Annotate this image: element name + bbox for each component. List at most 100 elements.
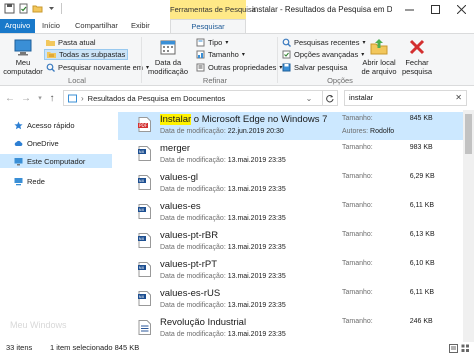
file-row[interactable]: NX values-es Data de modificação: 13.mai… bbox=[118, 199, 463, 227]
save-search-button[interactable]: Salvar pesquisa bbox=[280, 62, 349, 73]
recent-searches-dropdown[interactable]: Pesquisas recentes ▾ bbox=[280, 37, 367, 48]
file-size: Tamanho: 6,11 KB bbox=[342, 289, 435, 296]
file-size: Tamanho: 6,13 KB bbox=[342, 231, 435, 238]
file-size: Tamanho: 6,11 KB bbox=[342, 202, 435, 209]
properties-icon[interactable] bbox=[18, 3, 29, 14]
address-path[interactable]: Resultados da Pesquisa em Documentos bbox=[88, 94, 226, 103]
svg-text:NX: NX bbox=[139, 149, 145, 154]
computer-icon bbox=[14, 157, 23, 165]
file-date: Data de modificação: 13.mai.2019 23:35 bbox=[160, 215, 286, 222]
address-bar[interactable]: › Resultados da Pesquisa em Documentos bbox=[63, 90, 323, 106]
refresh-icon bbox=[326, 94, 334, 102]
tab-exibir[interactable]: Exibir bbox=[131, 19, 150, 33]
tab-inicio[interactable]: Início bbox=[42, 19, 60, 33]
nx-file-icon: NX bbox=[138, 146, 151, 161]
address-row: ← → ▾ ↑ › Resultados da Pesquisa em Docu… bbox=[0, 86, 474, 110]
chevron-right-icon: › bbox=[81, 93, 84, 103]
computer-icon bbox=[14, 39, 32, 56]
file-row[interactable]: NX values-gl Data de modificação: 13.mai… bbox=[118, 170, 463, 198]
tab-arquivo[interactable]: Arquivo bbox=[0, 19, 35, 33]
file-date: Data de modificação: 13.mai.2019 23:35 bbox=[160, 302, 286, 309]
recent-searches-label: Pesquisas recentes bbox=[294, 38, 360, 47]
open-location-icon bbox=[370, 39, 388, 55]
maximize-button[interactable] bbox=[422, 0, 448, 19]
group-label-refine: Refinar bbox=[202, 76, 228, 85]
vertical-scrollbar[interactable] bbox=[463, 110, 474, 342]
network-icon bbox=[14, 177, 23, 185]
calendar-icon bbox=[160, 40, 176, 55]
size-label: Tamanho bbox=[208, 50, 239, 59]
details-view-icon[interactable] bbox=[449, 344, 458, 353]
current-folder-label: Pasta atual bbox=[58, 38, 96, 47]
file-authors: Autores: Rodolfo bbox=[342, 128, 395, 135]
nav-item-this-pc[interactable]: Este Computador bbox=[0, 154, 112, 168]
star-icon bbox=[14, 121, 23, 129]
nav-item-quick-access[interactable]: Acesso rápido bbox=[0, 118, 112, 132]
open-file-location-button[interactable]: Abrir local de arquivo bbox=[360, 37, 398, 76]
svg-text:NX: NX bbox=[139, 236, 145, 241]
file-row[interactable]: Revolução Industrial Data de modificação… bbox=[118, 315, 463, 342]
save-search-label: Salvar pesquisa bbox=[294, 63, 348, 72]
file-row[interactable]: NX merger Data de modificação: 13.mai.20… bbox=[118, 141, 463, 169]
advanced-options-icon bbox=[282, 50, 291, 59]
forward-button[interactable]: → bbox=[20, 92, 32, 104]
advanced-options-label: Opções avançadas bbox=[294, 50, 359, 59]
address-dropdown[interactable]: ⌄ bbox=[304, 91, 314, 105]
new-folder-icon[interactable] bbox=[32, 3, 43, 14]
kind-label: Tipo bbox=[208, 38, 223, 47]
group-label-local: Local bbox=[68, 76, 86, 85]
search-query: instalar bbox=[349, 93, 374, 102]
my-computer-button[interactable]: Meu computador bbox=[3, 37, 43, 76]
other-properties-dropdown[interactable]: Outras propriedades ▾ bbox=[194, 62, 284, 73]
all-subfolders-button[interactable]: Todas as subpastas bbox=[44, 49, 129, 60]
chevron-down-icon: ▾ bbox=[241, 52, 245, 58]
back-button[interactable]: ← bbox=[4, 92, 16, 104]
save-search-icon bbox=[282, 63, 291, 72]
nx-file-icon: NX bbox=[138, 233, 151, 248]
current-folder-button[interactable]: Pasta atual bbox=[44, 37, 98, 48]
pdf-icon: PDF bbox=[138, 117, 151, 132]
tiles-view-icon[interactable] bbox=[461, 344, 470, 353]
advanced-options-dropdown[interactable]: Opções avançadas ▾ bbox=[280, 49, 366, 60]
date-modified-button[interactable]: Data da modificação bbox=[144, 37, 192, 76]
search-results-icon bbox=[68, 94, 77, 102]
nav-label: Acesso rápido bbox=[27, 120, 75, 130]
search-icon bbox=[46, 63, 55, 72]
nav-item-onedrive[interactable]: OneDrive bbox=[0, 136, 112, 150]
file-row[interactable]: PDF Instalar o Microsoft Edge no Windows… bbox=[118, 112, 463, 140]
kind-dropdown[interactable]: Tipo ▾ bbox=[194, 37, 230, 48]
nav-item-network[interactable]: Rede bbox=[0, 174, 112, 188]
size-dropdown[interactable]: Tamanho ▾ bbox=[194, 49, 247, 60]
recent-locations-button[interactable]: ▾ bbox=[34, 92, 46, 104]
close-icon bbox=[456, 5, 466, 14]
maximize-icon bbox=[430, 5, 440, 14]
properties-icon bbox=[196, 63, 205, 72]
window-title: instalar - Resultados da Pesquisa em Doc… bbox=[252, 5, 392, 14]
svg-text:NX: NX bbox=[139, 265, 145, 270]
chevron-down-icon: ▾ bbox=[225, 40, 229, 46]
file-row[interactable]: NX values-es-rUS Data de modificação: 13… bbox=[118, 286, 463, 314]
nav-label: Este Computador bbox=[27, 156, 86, 166]
nx-file-icon: NX bbox=[138, 291, 151, 306]
file-name: values-es-rUS bbox=[160, 288, 221, 299]
tab-pesquisar[interactable]: Pesquisar bbox=[170, 19, 246, 33]
close-window-button[interactable] bbox=[448, 0, 474, 19]
save-icon[interactable] bbox=[4, 3, 15, 14]
minimize-button[interactable] bbox=[396, 0, 422, 19]
search-again-dropdown[interactable]: Pesquisar novamente em ▾ bbox=[44, 62, 151, 73]
refresh-button[interactable] bbox=[322, 90, 338, 106]
file-row[interactable]: NX values-pt-rBR Data de modificação: 13… bbox=[118, 228, 463, 256]
context-tab-header: Ferramentas de Pesquisa bbox=[170, 0, 256, 19]
open-file-location-label: Abrir local de arquivo bbox=[361, 58, 397, 76]
file-name: values-es bbox=[160, 201, 201, 212]
scrollbar-thumb[interactable] bbox=[465, 114, 472, 154]
customize-qat-icon[interactable] bbox=[46, 3, 57, 14]
file-row[interactable]: NX values-pt-rPT Data de modificação: 13… bbox=[118, 257, 463, 285]
clear-search-icon[interactable]: ✕ bbox=[455, 91, 462, 105]
close-search-button[interactable]: Fechar pesquisa bbox=[400, 37, 434, 76]
file-name: values-pt-rPT bbox=[160, 259, 218, 270]
up-button[interactable]: ↑ bbox=[46, 92, 58, 104]
tab-compartilhar[interactable]: Compartilhar bbox=[75, 19, 118, 33]
search-input[interactable]: instalar ✕ bbox=[344, 90, 467, 106]
file-name-rest: o Microsoft Edge no Windows 7 bbox=[191, 114, 328, 125]
